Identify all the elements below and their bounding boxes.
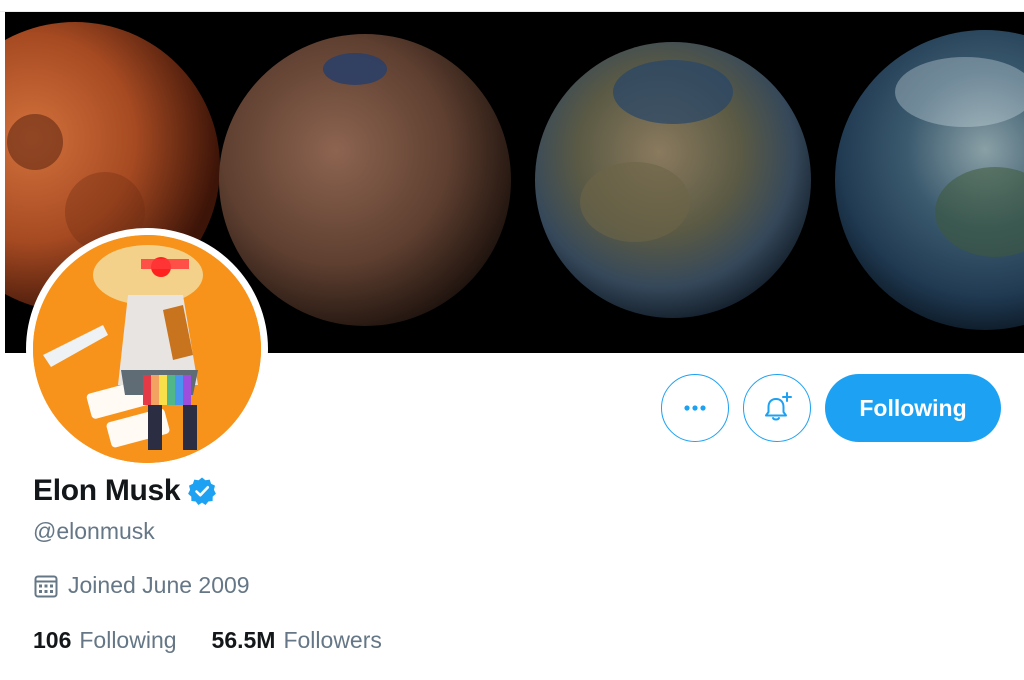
display-name: Elon Musk [33, 474, 181, 507]
profile-page: Following Elon Musk @elonmusk Joined Jun… [0, 0, 1024, 680]
more-horizontal-icon [684, 405, 706, 411]
verified-badge-icon [187, 476, 217, 506]
following-button[interactable]: Following [825, 374, 1001, 442]
joined-date: Joined June 2009 [33, 572, 250, 599]
followers-label: Followers [283, 627, 382, 653]
bell-plus-icon [765, 392, 792, 421]
following-count: 106 [33, 627, 72, 653]
followers-stat[interactable]: 56.5M Followers [212, 627, 382, 654]
avatar-image [33, 235, 261, 463]
followers-count: 56.5M [211, 627, 276, 653]
following-label: Following [79, 627, 177, 653]
top-strip [0, 0, 1024, 12]
calendar-icon [33, 573, 59, 599]
profile-avatar[interactable] [26, 228, 268, 470]
joined-text: Joined June 2009 [68, 572, 250, 598]
more-button[interactable] [661, 374, 729, 442]
notifications-button[interactable] [743, 374, 811, 442]
name-row: Elon Musk [33, 474, 217, 508]
follow-stats: 106 Following 56.5M Followers [33, 627, 382, 654]
following-stat[interactable]: 106 Following [33, 627, 177, 654]
profile-handle: @elonmusk [33, 518, 155, 544]
